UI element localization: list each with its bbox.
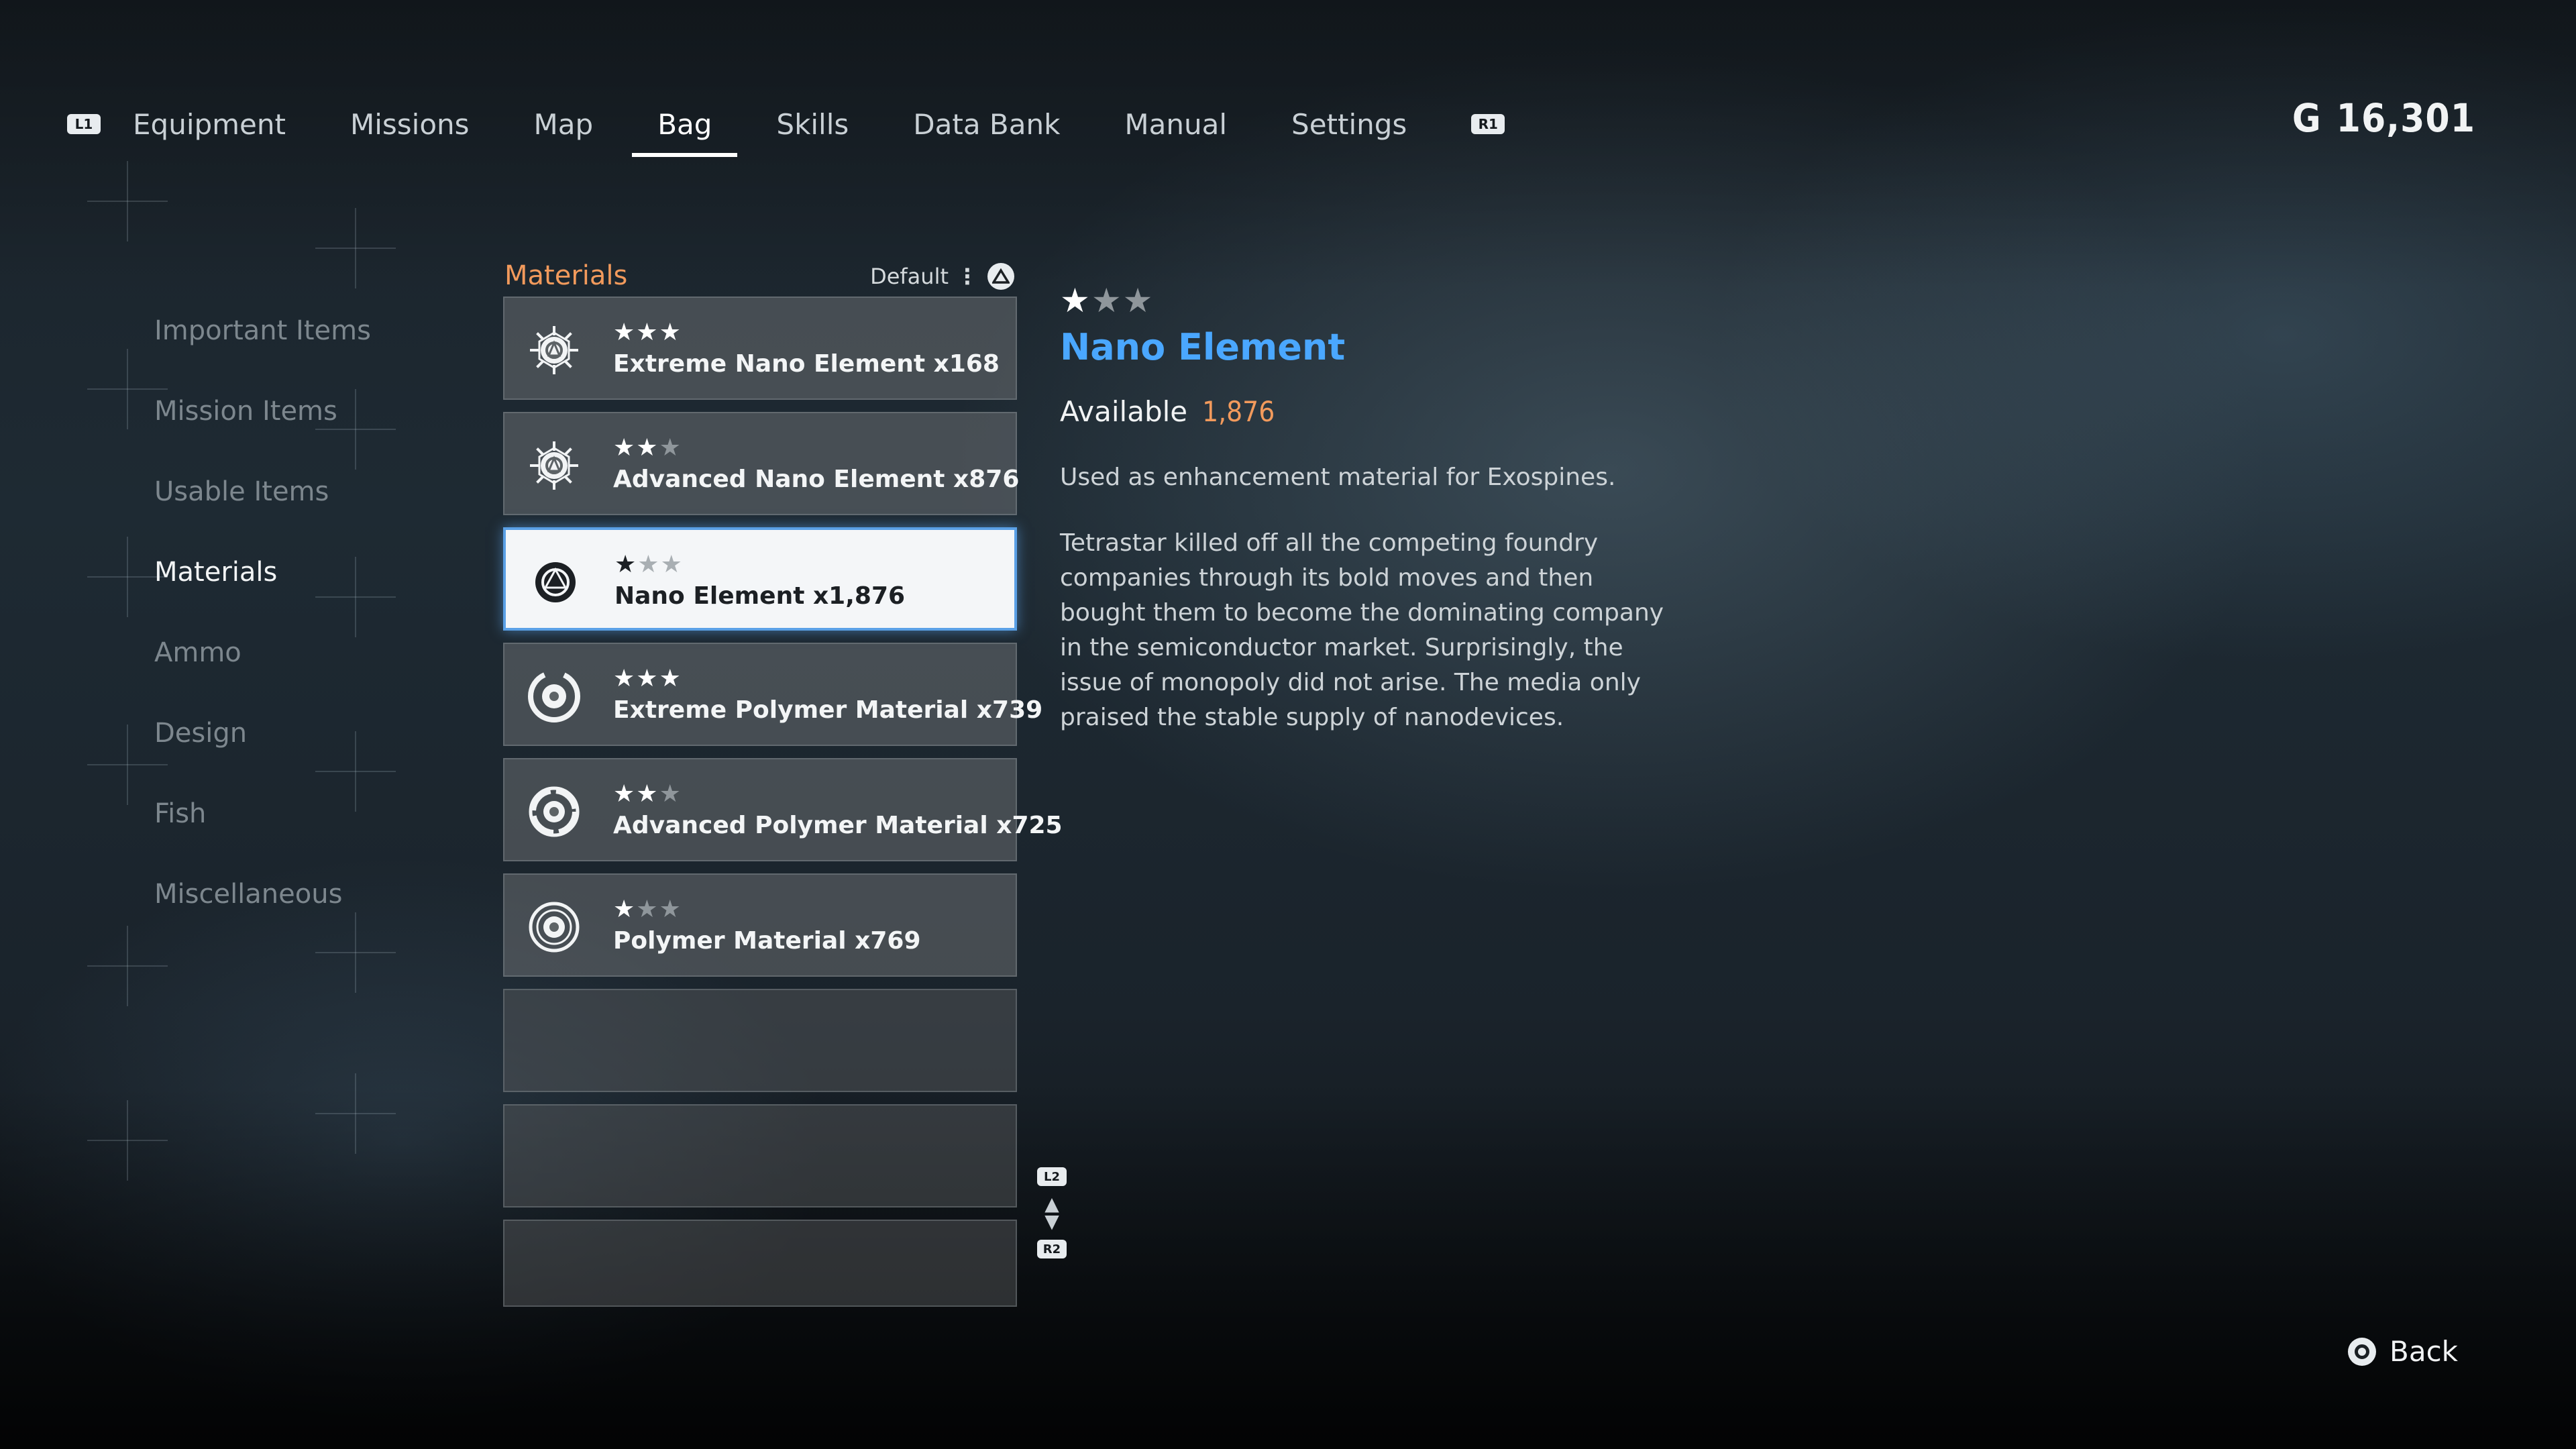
item-name: Extreme Polymer Material x739 bbox=[613, 696, 1043, 724]
polymer-icon bbox=[527, 900, 581, 954]
r2-button-hint[interactable]: R2 bbox=[1037, 1240, 1067, 1258]
crosshair-decoration bbox=[315, 208, 396, 288]
tab-equipment[interactable]: Equipment bbox=[133, 99, 286, 150]
detail-rarity-stars: ★★★ bbox=[1060, 281, 1155, 320]
currency-amount: 16,301 bbox=[2336, 95, 2475, 141]
tab-data-bank[interactable]: Data Bank bbox=[913, 99, 1060, 150]
tab-bag[interactable]: Bag bbox=[632, 99, 738, 157]
detail-lore: Tetrastar killed off all the competing f… bbox=[1060, 529, 1664, 731]
available-value: 1,876 bbox=[1202, 395, 1275, 428]
rarity-stars: ★★★ bbox=[613, 434, 682, 462]
empty-slot bbox=[503, 989, 1017, 1092]
back-label: Back bbox=[2390, 1335, 2458, 1368]
rarity-stars: ★★★ bbox=[613, 896, 682, 923]
detail-available: Available 1,876 bbox=[1060, 395, 1664, 428]
scroll-arrows-icon: ▲ ▼ bbox=[1044, 1193, 1059, 1232]
item-name: Advanced Polymer Material x725 bbox=[613, 812, 1063, 839]
list-header: Materials Default ⋮ bbox=[504, 260, 1014, 294]
empty-slot bbox=[503, 1104, 1017, 1208]
currency-icon: G bbox=[2292, 95, 2322, 141]
detail-title: Nano Element bbox=[1060, 326, 1346, 368]
category-materials[interactable]: Materials bbox=[154, 550, 371, 631]
scroll-hints: L2 ▲ ▼ R2 bbox=[1036, 1167, 1067, 1258]
tab-map[interactable]: Map bbox=[534, 99, 594, 150]
top-nav: L1 Equipment Missions Map Bag Skills Dat… bbox=[67, 94, 1505, 157]
category-ammo[interactable]: Ammo bbox=[154, 631, 371, 711]
item-name: Polymer Material x769 bbox=[613, 927, 921, 955]
nano-icon bbox=[529, 555, 582, 609]
available-label: Available bbox=[1060, 395, 1188, 428]
category-important-items[interactable]: Important Items bbox=[154, 309, 371, 389]
category-sidebar: Important Items Mission Items Usable Ite… bbox=[154, 309, 371, 953]
category-design[interactable]: Design bbox=[154, 711, 371, 792]
detail-description: Used as enhancement material for Exospin… bbox=[1060, 464, 1616, 491]
polymer-extreme-icon bbox=[527, 669, 581, 723]
empty-slot bbox=[503, 1220, 1017, 1307]
item-detail-panel: ★★★ Nano Element Available 1,876 Used as … bbox=[1060, 282, 1664, 735]
list-item[interactable]: ★★★ Advanced Nano Element x876 bbox=[503, 412, 1020, 515]
tab-manual[interactable]: Manual bbox=[1124, 99, 1227, 150]
r1-button-hint[interactable]: R1 bbox=[1471, 114, 1505, 134]
nano-advanced-icon bbox=[527, 439, 581, 492]
list-item[interactable]: ★★★ Polymer Material x769 bbox=[503, 873, 1017, 977]
l2-button-hint[interactable]: L2 bbox=[1037, 1167, 1067, 1186]
item-name: Advanced Nano Element x876 bbox=[613, 466, 1020, 493]
triangle-button-icon bbox=[987, 263, 1014, 290]
l1-button-hint[interactable]: L1 bbox=[67, 114, 101, 134]
sort-control[interactable]: Default ⋮ bbox=[870, 263, 1014, 290]
list-item[interactable]: ★★★ Extreme Polymer Material x739 bbox=[503, 643, 1042, 746]
list-item[interactable]: ★★★ Extreme Nano Element x168 bbox=[503, 297, 1017, 400]
materials-list: ★★★ Extreme Nano Element x168 ★★★ Advanc… bbox=[503, 297, 1063, 1319]
back-button[interactable]: Back bbox=[2348, 1335, 2458, 1368]
category-miscellaneous[interactable]: Miscellaneous bbox=[154, 872, 371, 953]
currency-display: G 16,301 bbox=[2292, 95, 2475, 141]
list-item[interactable]: ★★★ Nano Element x1,876 bbox=[503, 527, 1017, 631]
polymer-advanced-icon bbox=[527, 785, 581, 839]
rarity-stars: ★★★ bbox=[614, 551, 684, 578]
circle-button-icon bbox=[2348, 1337, 2377, 1366]
tab-settings[interactable]: Settings bbox=[1291, 99, 1407, 150]
crosshair-decoration bbox=[87, 161, 168, 241]
rarity-stars: ★★★ bbox=[613, 319, 682, 346]
item-name: Extreme Nano Element x168 bbox=[613, 350, 1000, 378]
category-fish[interactable]: Fish bbox=[154, 792, 371, 872]
tab-missions[interactable]: Missions bbox=[350, 99, 470, 150]
nano-extreme-icon bbox=[527, 323, 581, 377]
list-item[interactable]: ★★★ Advanced Polymer Material x725 bbox=[503, 758, 1063, 861]
crosshair-decoration bbox=[315, 1073, 396, 1154]
tab-skills[interactable]: Skills bbox=[776, 99, 849, 150]
rarity-stars: ★★★ bbox=[613, 780, 682, 808]
rarity-stars: ★★★ bbox=[613, 665, 682, 692]
list-title: Materials bbox=[504, 260, 628, 291]
category-usable-items[interactable]: Usable Items bbox=[154, 470, 371, 550]
category-mission-items[interactable]: Mission Items bbox=[154, 389, 371, 470]
sort-label: Default bbox=[870, 264, 949, 289]
crosshair-decoration bbox=[87, 1100, 168, 1181]
item-name: Nano Element x1,876 bbox=[614, 582, 906, 610]
more-vertical-icon: ⋮ bbox=[957, 264, 978, 289]
